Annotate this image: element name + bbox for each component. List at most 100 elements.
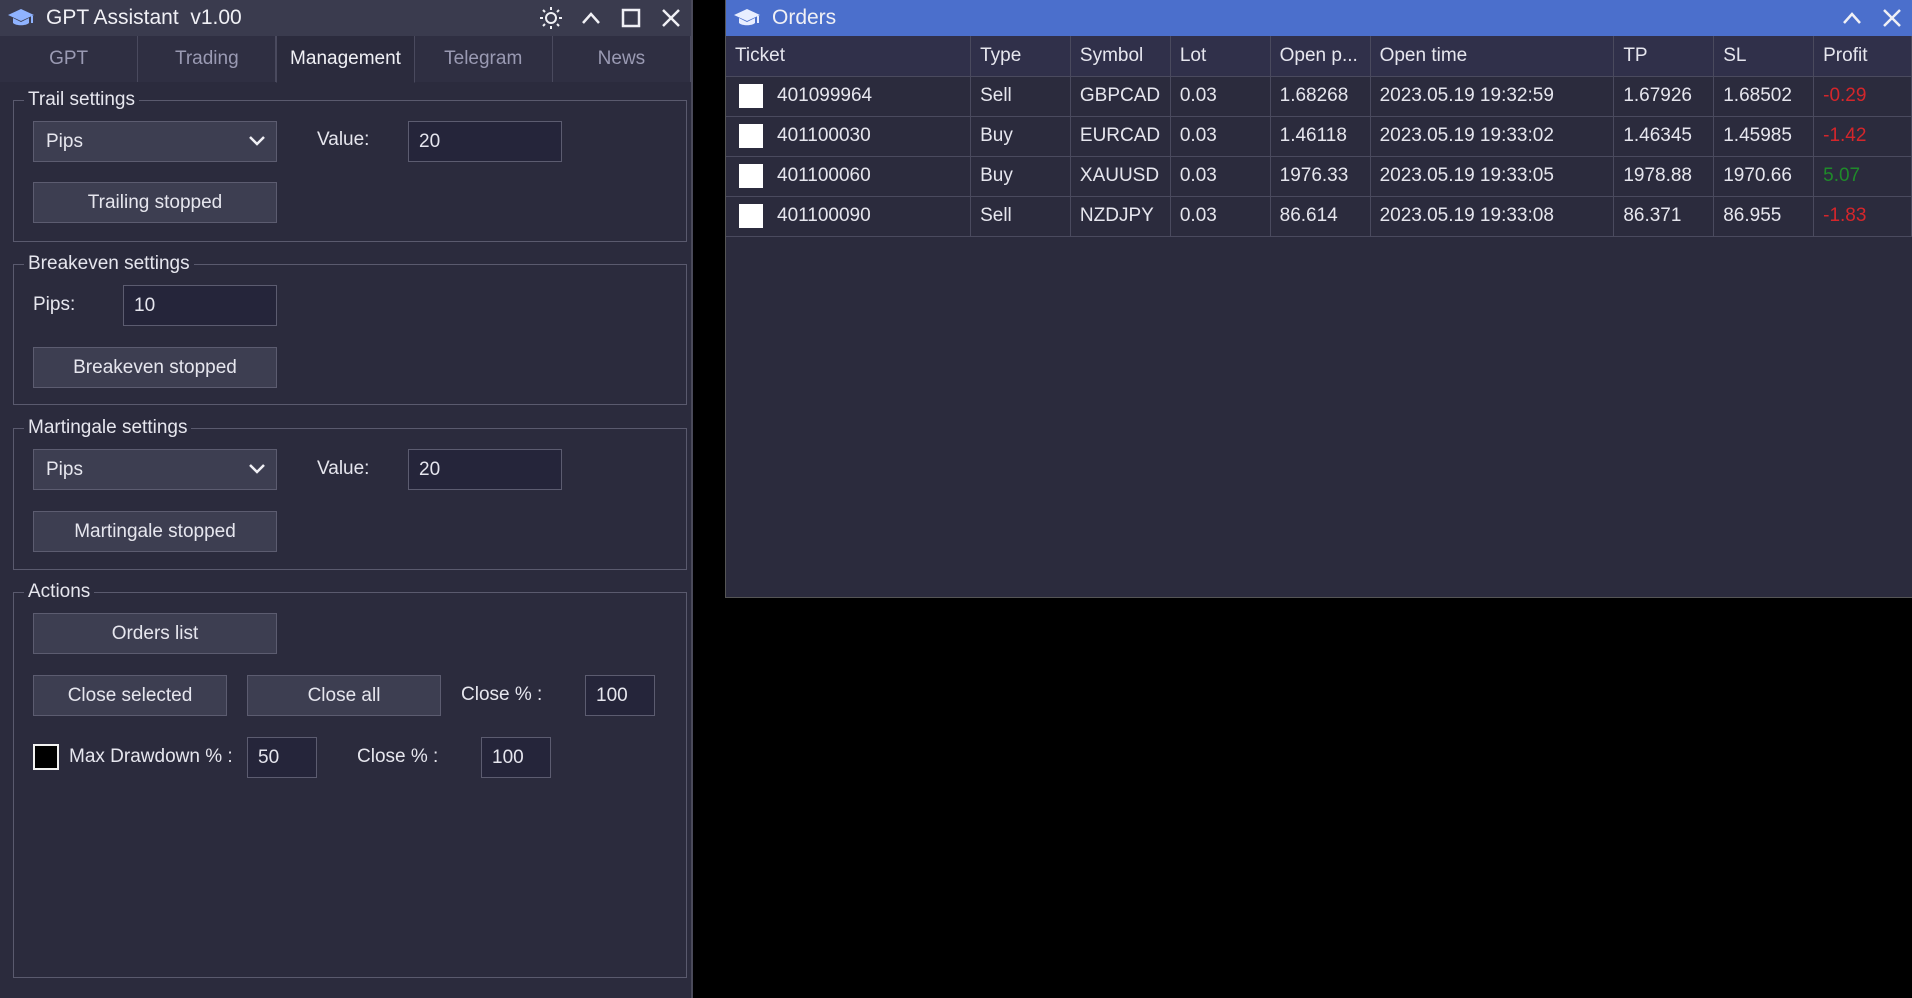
main-window-title: GPT Assistant v1.00 (46, 6, 242, 29)
martingale-mode-select[interactable]: Pips (33, 449, 277, 490)
gpt-assistant-window: GPT Assistant v1.00 GPT Trading Manageme… (0, 0, 693, 998)
orders-minimize-button[interactable] (1832, 0, 1872, 36)
tp-cell: 86.371 (1613, 196, 1715, 237)
breakeven-pips-label: Pips: (33, 294, 76, 315)
sl-cell: 1.45985 (1713, 116, 1815, 157)
max-drawdown-label: Max Drawdown % : (69, 746, 233, 767)
orders-titlebar[interactable]: Orders (726, 0, 1912, 36)
column-header-open-price[interactable]: Open p... (1270, 36, 1371, 77)
column-header-profit[interactable]: Profit (1813, 36, 1912, 77)
close-all-button[interactable]: Close all (247, 675, 441, 716)
martingale-value-input[interactable]: 20 (408, 449, 562, 490)
ticket-value: 401100030 (777, 125, 871, 147)
trail-mode-select[interactable]: Pips (33, 121, 277, 162)
open-time-cell: 2023.05.19 19:33:05 (1370, 156, 1615, 197)
open-time-cell: 2023.05.19 19:32:59 (1370, 76, 1615, 117)
sl-cell: 1970.66 (1713, 156, 1815, 197)
close-button[interactable] (651, 0, 691, 36)
row-select-checkbox[interactable] (739, 84, 763, 108)
column-header-type[interactable]: Type (970, 36, 1071, 77)
ticket-cell: 401100090 (726, 196, 972, 237)
table-row[interactable]: 401100090 Sell NZDJPY 0.03 86.614 2023.0… (726, 196, 1912, 237)
lot-cell: 0.03 (1170, 196, 1271, 237)
type-cell: Buy (970, 156, 1071, 197)
lot-cell: 0.03 (1170, 156, 1271, 197)
column-header-ticket[interactable]: Ticket (726, 36, 972, 77)
column-header-sl[interactable]: SL (1713, 36, 1815, 77)
orders-list-button[interactable]: Orders list (33, 613, 277, 654)
profit-cell: 5.07 (1813, 156, 1912, 197)
column-header-lot[interactable]: Lot (1170, 36, 1271, 77)
orders-window-title: Orders (772, 6, 837, 29)
breakeven-toggle-button[interactable]: Breakeven stopped (33, 347, 277, 388)
chevron-down-icon (249, 136, 265, 146)
breakeven-pips-input[interactable]: 10 (123, 285, 277, 326)
main-tabs: GPT Trading Management Telegram News (0, 36, 692, 83)
trail-settings-legend: Trail settings (28, 89, 135, 110)
tab-telegram[interactable]: Telegram (414, 36, 553, 82)
table-row[interactable]: 401100060 Buy XAUUSD 0.03 1976.33 2023.0… (726, 156, 1912, 197)
symbol-cell: XAUUSD (1070, 156, 1171, 197)
orders-close-button[interactable] (1872, 0, 1912, 36)
column-header-tp[interactable]: TP (1613, 36, 1715, 77)
chevron-down-icon (249, 464, 265, 474)
sl-cell: 1.68502 (1713, 76, 1815, 117)
ticket-value: 401099964 (777, 85, 873, 107)
drawdown-close-percent-input[interactable]: 100 (481, 737, 551, 778)
drawdown-close-percent-label: Close % : (357, 746, 439, 767)
orders-window: Orders Ticket Type Symbol Lot Open p... … (725, 0, 1912, 598)
trail-value-input[interactable]: 20 (408, 121, 562, 162)
theme-toggle-button[interactable] (531, 0, 571, 36)
type-cell: Sell (970, 196, 1071, 237)
square-icon (621, 8, 641, 28)
graduation-cap-icon (732, 6, 762, 30)
breakeven-settings-legend: Breakeven settings (28, 253, 190, 274)
close-selected-button[interactable]: Close selected (33, 675, 227, 716)
max-drawdown-checkbox[interactable] (33, 744, 59, 770)
chevron-up-icon (1843, 12, 1861, 24)
row-select-checkbox[interactable] (739, 164, 763, 188)
symbol-cell: NZDJPY (1070, 196, 1171, 237)
open-price-cell: 1976.33 (1270, 156, 1371, 197)
tab-gpt[interactable]: GPT (0, 36, 139, 82)
open-price-cell: 1.68268 (1270, 76, 1371, 117)
max-drawdown-input[interactable]: 50 (247, 737, 317, 778)
open-price-cell: 1.46118 (1270, 116, 1371, 157)
profit-cell: -1.83 (1813, 196, 1912, 237)
column-header-open-time[interactable]: Open time (1370, 36, 1615, 77)
profit-cell: -0.29 (1813, 76, 1912, 117)
table-row[interactable]: 401100030 Buy EURCAD 0.03 1.46118 2023.0… (726, 116, 1912, 157)
ticket-value: 401100060 (777, 165, 871, 187)
open-time-cell: 2023.05.19 19:33:02 (1370, 116, 1615, 157)
minimize-button[interactable] (571, 0, 611, 36)
tab-news[interactable]: News (552, 36, 692, 82)
symbol-cell: GBPCAD (1070, 76, 1171, 117)
ticket-value: 401100090 (777, 205, 871, 227)
martingale-settings-legend: Martingale settings (28, 417, 188, 438)
main-titlebar[interactable]: GPT Assistant v1.00 (0, 0, 691, 36)
table-row[interactable]: 401099964 Sell GBPCAD 0.03 1.68268 2023.… (726, 76, 1912, 117)
tab-management[interactable]: Management (276, 36, 415, 83)
close-percent-input[interactable]: 100 (585, 675, 655, 716)
column-header-symbol[interactable]: Symbol (1070, 36, 1171, 77)
martingale-value-label: Value: (317, 458, 370, 479)
chevron-up-icon (582, 12, 600, 24)
row-select-checkbox[interactable] (739, 124, 763, 148)
martingale-toggle-button[interactable]: Martingale stopped (33, 511, 277, 552)
orders-header-row: Ticket Type Symbol Lot Open p... Open ti… (726, 36, 1912, 77)
row-select-checkbox[interactable] (739, 204, 763, 228)
tp-cell: 1.46345 (1613, 116, 1715, 157)
maximize-button[interactable] (611, 0, 651, 36)
close-percent-label: Close % : (461, 684, 543, 705)
sun-icon (540, 7, 562, 29)
ticket-cell: 401100030 (726, 116, 972, 157)
actions-legend: Actions (28, 581, 91, 602)
tab-trading[interactable]: Trading (138, 36, 277, 82)
type-cell: Buy (970, 116, 1071, 157)
trailing-toggle-button[interactable]: Trailing stopped (33, 182, 277, 223)
profit-cell: -1.42 (1813, 116, 1912, 157)
close-icon (662, 9, 680, 27)
ticket-cell: 401099964 (726, 76, 972, 117)
tp-cell: 1978.88 (1613, 156, 1715, 197)
orders-table: Ticket Type Symbol Lot Open p... Open ti… (726, 36, 1912, 237)
